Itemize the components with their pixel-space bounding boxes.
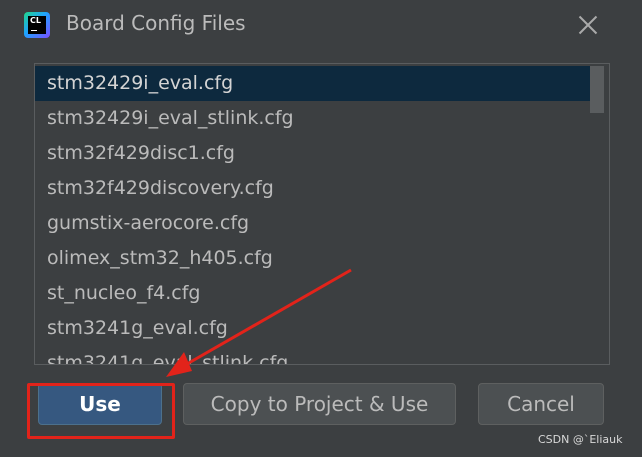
annotation-highlight-box [27, 383, 175, 439]
list-scrollbar[interactable] [590, 64, 604, 362]
watermark: CSDN @`Eliauk [538, 433, 623, 446]
list-item[interactable]: stm32f429disc1.cfg [35, 136, 595, 171]
cancel-button[interactable]: Cancel [478, 383, 604, 425]
list-item[interactable]: stm3241g_eval.cfg [35, 311, 595, 346]
title-bar: CL Board Config Files [0, 0, 642, 50]
clion-app-icon: CL [24, 12, 50, 38]
list-item[interactable]: stm32f429discovery.cfg [35, 171, 595, 206]
dialog-title: Board Config Files [66, 11, 246, 35]
list-item[interactable]: stm32429i_eval.cfg [35, 66, 595, 101]
list-item[interactable]: gumstix-aerocore.cfg [35, 206, 595, 241]
list-item[interactable]: stm32429i_eval_stlink.cfg [35, 101, 595, 136]
app-icon-label: CL [30, 16, 41, 25]
scrollbar-thumb[interactable] [590, 66, 604, 113]
list-item[interactable]: st_nucleo_f4.cfg [35, 276, 595, 311]
close-icon[interactable] [574, 11, 602, 39]
copy-to-project-button[interactable]: Copy to Project & Use [183, 383, 456, 425]
list-item[interactable]: stm3241g_eval_stlink.cfg [35, 346, 595, 364]
board-config-list[interactable]: stm32429i_eval.cfg stm32429i_eval_stlink… [34, 63, 610, 365]
list-item[interactable]: olimex_stm32_h405.cfg [35, 241, 595, 276]
